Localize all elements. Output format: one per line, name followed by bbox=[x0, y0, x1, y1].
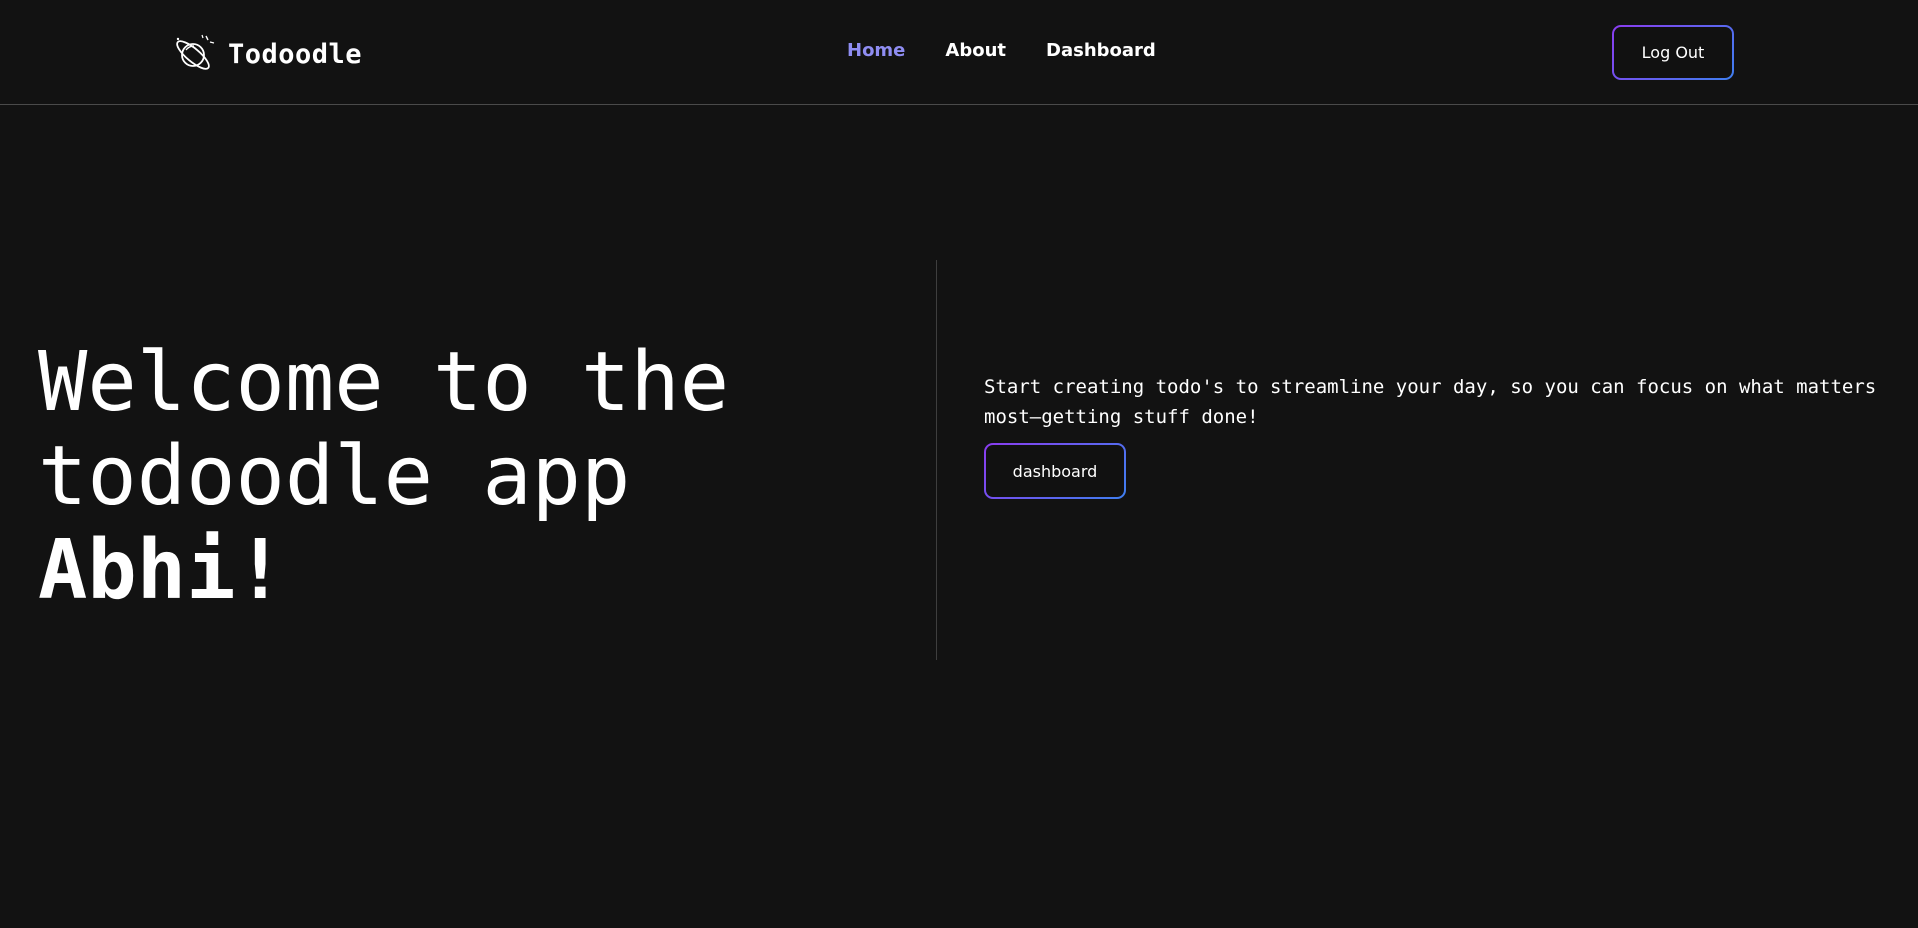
navbar: Todoodle Home About Dashboard Log Out bbox=[0, 0, 1918, 105]
brand-name: Todoodle bbox=[228, 38, 363, 70]
planet-doodle-icon bbox=[176, 34, 215, 70]
hero-title-line-1: Welcome to the bbox=[38, 335, 730, 430]
hero-title-line-2: todoodle app bbox=[38, 429, 631, 524]
dashboard-button[interactable]: dashboard bbox=[984, 443, 1126, 499]
hero-title: Welcome to the todoodle app Abhi! bbox=[38, 336, 729, 618]
brand-link[interactable]: Todoodle bbox=[172, 32, 362, 76]
nav-link-dashboard[interactable]: Dashboard bbox=[1046, 40, 1156, 61]
vertical-divider bbox=[936, 260, 937, 660]
nav-link-about[interactable]: About bbox=[945, 40, 1006, 61]
logout-button[interactable]: Log Out bbox=[1612, 25, 1734, 80]
hero-user-name: Abhi! bbox=[38, 523, 285, 618]
hero-description: Start creating todo's to streamline your… bbox=[984, 376, 1877, 428]
nav-link-home[interactable]: Home bbox=[847, 40, 905, 61]
main-nav: Home About Dashboard bbox=[847, 40, 1156, 61]
